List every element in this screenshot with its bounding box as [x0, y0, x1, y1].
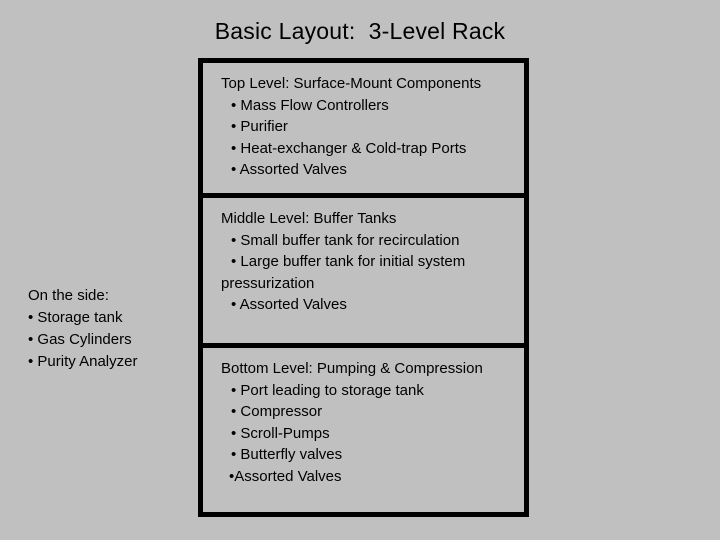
rack-level-middle-item-assorted-valves: • Assorted Valves	[231, 296, 347, 313]
rack-level-middle: Middle Level: Buffer Tanks • Small buffe…	[203, 198, 524, 348]
side-notes-item-storage-tank: • Storage tank	[28, 309, 123, 326]
page-title: Basic Layout: 3-Level Rack	[214, 18, 506, 44]
side-notes-item-gas-cylinders: • Gas Cylinders	[28, 331, 132, 348]
rack-level-bottom-item-butterfly-valves: • Butterfly valves	[231, 446, 343, 463]
rack-level-bottom-item-port-to-storage-tank: • Port leading to storage tank	[231, 381, 424, 399]
side-notes-item-purity-analyzer: • Purity Analyzer	[28, 353, 138, 370]
rack-level-bottom-heading: Bottom Level: Pumping & Compression	[221, 360, 483, 377]
rack-level-bottom-item-scroll-pumps: • Scroll-Pumps	[231, 424, 330, 442]
rack-level-bottom-item-compressor: • Compressor	[231, 403, 323, 420]
rack-level-top: Top Level: Surface-Mount Components • Ma…	[203, 63, 524, 198]
rack-level-middle-item-large-buffer-tank-wrap: pressurization	[221, 274, 315, 292]
rack-level-middle-item-large-buffer-tank: • Large buffer tank for initial system	[231, 253, 466, 270]
side-notes-block: On the side: • Storage tank • Gas Cylind…	[28, 285, 188, 373]
rack-level-top-item-assorted-valves: • Assorted Valves	[231, 161, 347, 178]
rack-level-top-item-mass-flow-controllers: • Mass Flow Controllers	[231, 96, 389, 114]
rack-level-bottom-item-assorted-valves: •Assorted Valves	[229, 467, 342, 485]
side-notes-heading: On the side:	[28, 287, 109, 304]
slide-canvas: Basic Layout: 3-Level Rack On the side: …	[0, 0, 720, 540]
rack-level-middle-item-small-buffer-tank: • Small buffer tank for recirculation	[231, 231, 460, 249]
rack-level-bottom: Bottom Level: Pumping & Compression • Po…	[203, 348, 524, 507]
rack-diagram: Top Level: Surface-Mount Components • Ma…	[198, 58, 529, 517]
rack-level-top-item-purifier: • Purifier	[231, 118, 288, 135]
rack-level-middle-heading: Middle Level: Buffer Tanks	[221, 210, 397, 227]
rack-level-top-heading: Top Level: Surface-Mount Components	[221, 75, 482, 92]
rack-level-top-item-heat-exchanger-ports: • Heat-exchanger & Cold-trap Ports	[231, 139, 467, 157]
